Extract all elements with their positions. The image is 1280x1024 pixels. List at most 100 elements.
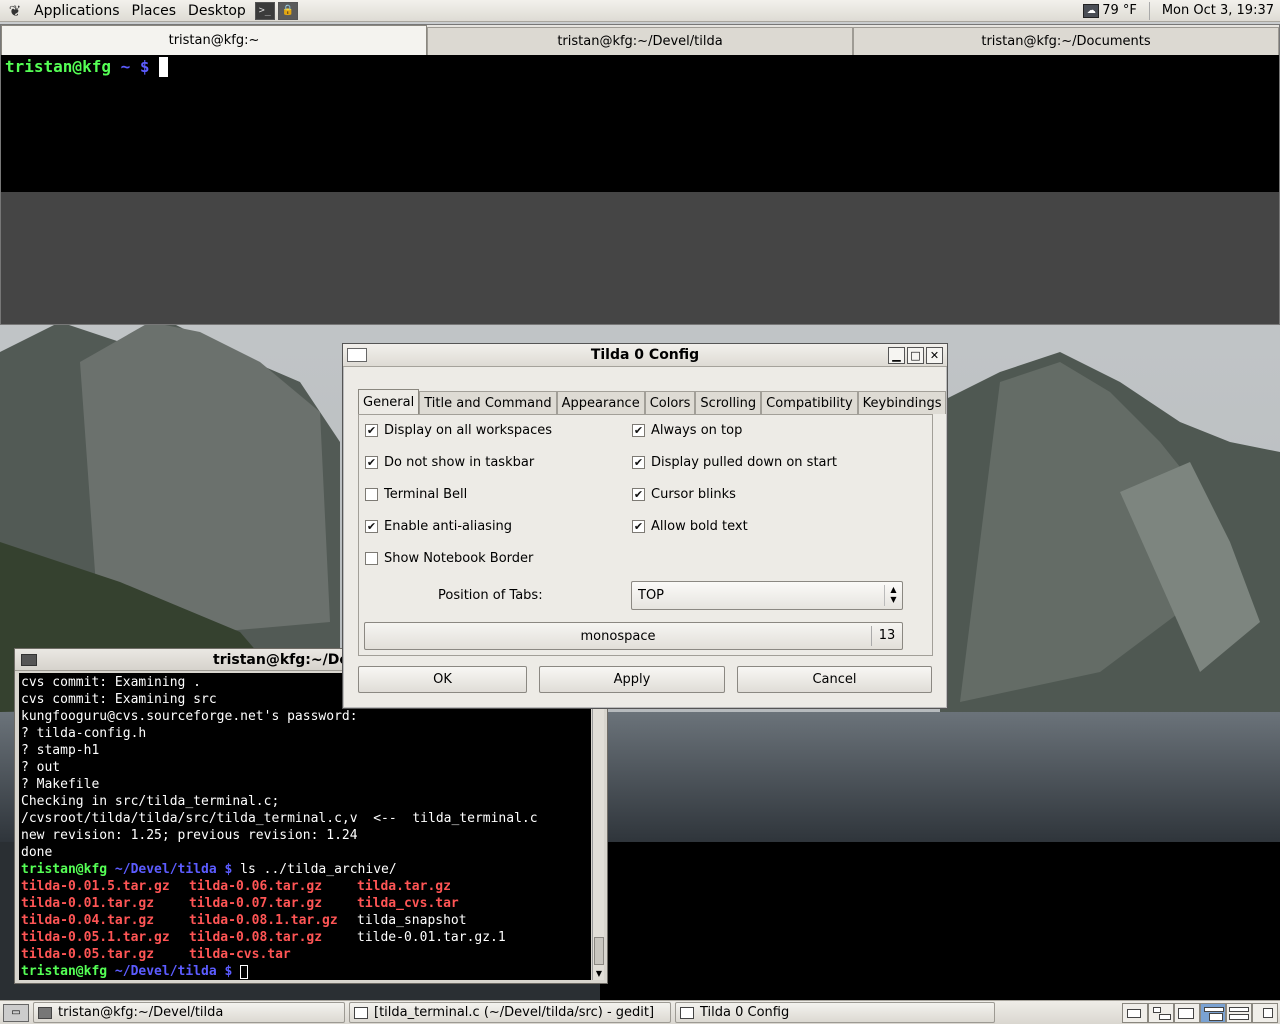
maximize-icon[interactable]: □: [907, 346, 924, 364]
ls-output-row: tilda-0.05.tar.gz tilda-cvs.tar: [21, 946, 589, 963]
terminal-output[interactable]: cvs commit: Examining . cvs commit: Exami…: [19, 673, 591, 980]
checkbox-label: Terminal Bell: [384, 487, 468, 502]
checkbox-not-in-taskbar[interactable]: ✔ Do not show in taskbar: [365, 455, 534, 470]
terminal-line: ? tilda-config.h: [21, 726, 147, 741]
panel-separator: [1148, 1, 1150, 20]
terminal-cursor: [159, 57, 169, 77]
taskbar-item-gedit[interactable]: [tilda_terminal.c (~/Devel/tilda/src) - …: [349, 1002, 671, 1023]
tilda-terminal-area[interactable]: tristan@kfg ~ $: [1, 55, 1279, 192]
terminal-prompt-line: tristan@kfg ~/Devel/tilda $ ls ../tilda_…: [21, 861, 589, 878]
desktop-menu[interactable]: Desktop: [182, 0, 252, 22]
apply-button[interactable]: Apply: [539, 666, 725, 693]
dialog-titlebar[interactable]: Tilda 0 Config ▁ □ ✕: [343, 344, 947, 367]
tab-compatibility[interactable]: Compatibility: [761, 391, 858, 414]
tilda-tab-devel-tilda[interactable]: tristan@kfg:~/Devel/tilda: [427, 27, 853, 55]
ls-entry: tilde-0.01.tar.gz.1: [357, 930, 506, 945]
terminal-launcher-icon[interactable]: >_: [254, 1, 275, 20]
minimize-icon[interactable]: ▁: [888, 346, 905, 364]
weather-applet[interactable]: ☁ 79 °F: [1075, 3, 1145, 18]
ls-output-row: tilda-0.01.tar.gz tilda-0.07.tar.gz tilda_…: [21, 895, 589, 912]
checkbox-label: Enable anti-aliasing: [384, 519, 513, 534]
terminal-line: new revision: 1.25; previous revision: 1…: [21, 828, 358, 843]
font-name: monospace: [580, 628, 656, 644]
text-editor-icon: [354, 1006, 368, 1019]
terminal-line: /cvsroot/tilda/tilda/src/tilda_terminal.…: [21, 811, 538, 826]
terminal-line: kungfooguru@cvs.sourceforge.net's passwo…: [21, 709, 358, 724]
show-desktop-icon[interactable]: ▭: [3, 1003, 29, 1022]
taskbar-item-label: Tilda 0 Config: [700, 1005, 790, 1020]
tab-keybindings[interactable]: Keybindings: [857, 391, 947, 414]
workspace-2[interactable]: [1148, 1002, 1174, 1023]
checkbox-cursor-blinks[interactable]: ✔ Cursor blinks: [632, 487, 736, 502]
checkbox-box[interactable]: ✔: [365, 424, 378, 437]
checkbox-box[interactable]: ✔: [632, 488, 645, 501]
checkbox-label: Do not show in taskbar: [384, 455, 535, 470]
workspace-4[interactable]: [1200, 1002, 1226, 1023]
checkbox-box[interactable]: [365, 488, 378, 501]
window-menu-icon[interactable]: [21, 653, 37, 666]
checkbox-label: Display pulled down on start: [651, 455, 837, 470]
checkbox-box[interactable]: ✔: [632, 424, 645, 437]
checkbox-pulled-down-on-start[interactable]: ✔ Display pulled down on start: [632, 455, 837, 470]
workspace-1[interactable]: [1122, 1002, 1148, 1023]
terminal-scrollbar[interactable]: ▼: [592, 673, 604, 980]
taskbar-item-terminal[interactable]: tristan@kfg:~/Devel/tilda: [33, 1002, 345, 1023]
font-picker-button[interactable]: monospace 13: [364, 622, 903, 650]
select-arrows-icon: ▲ ▼: [884, 585, 902, 606]
checkbox-label: Always on top: [651, 423, 743, 438]
checkbox-bold-text[interactable]: ✔ Allow bold text: [632, 519, 748, 534]
bottom-panel: ▭ tristan@kfg:~/Devel/tilda [tilda_termi…: [0, 1000, 1280, 1024]
ls-entry: tilda-cvs.tar: [189, 947, 291, 962]
workspace-3[interactable]: [1174, 1002, 1200, 1023]
checkbox-display-all-workspaces[interactable]: ✔ Display on all workspaces: [365, 423, 552, 438]
window-menu-icon[interactable]: [347, 348, 367, 362]
lock-screen-icon[interactable]: 🔒: [277, 1, 298, 20]
tab-colors[interactable]: Colors: [644, 391, 696, 414]
checkbox-anti-aliasing[interactable]: ✔ Enable anti-aliasing: [365, 519, 512, 534]
tilda-config-dialog: Tilda 0 Config ▁ □ ✕ General Title and C…: [342, 343, 948, 709]
taskbar-item-tilda-config[interactable]: Tilda 0 Config: [675, 1002, 995, 1023]
tilda-tab-documents[interactable]: tristan@kfg:~/Documents: [853, 27, 1279, 55]
tilda-transparent-region: [1, 192, 1279, 324]
prompt-user: tristan@kfg: [21, 964, 108, 979]
tilda-dropdown-terminal: tristan@kfg:~ tristan@kfg:~/Devel/tilda …: [0, 24, 1280, 325]
workspace-switcher: [1122, 1002, 1278, 1023]
cancel-button[interactable]: Cancel: [737, 666, 932, 693]
prompt-path: ~/Devel/tilda $: [107, 862, 241, 877]
checkbox-terminal-bell[interactable]: Terminal Bell: [365, 487, 467, 502]
ls-output-row: tilda-0.01.5.tar.gz tilda-0.06.tar.gz tild…: [21, 878, 589, 895]
close-icon[interactable]: ✕: [926, 346, 943, 364]
scroll-down-arrow-icon[interactable]: ▼: [593, 968, 605, 980]
tilda-tab-home[interactable]: tristan@kfg:~: [1, 25, 427, 55]
top-panel: ❦ Applications Places Desktop >_ 🔒 ☁ 79 …: [0, 0, 1280, 22]
scrollbar-thumb[interactable]: [594, 937, 604, 965]
checkbox-label: Allow bold text: [651, 519, 748, 534]
checkbox-box[interactable]: ✔: [632, 456, 645, 469]
checkbox-box[interactable]: ✔: [632, 520, 645, 533]
ls-entry: tilda-0.05.tar.gz: [21, 947, 155, 962]
clock[interactable]: Mon Oct 3, 19:37: [1154, 3, 1280, 18]
gnome-foot-icon[interactable]: ❦: [6, 2, 24, 20]
tab-general[interactable]: General: [358, 389, 420, 414]
terminal-line: ? out: [21, 760, 61, 775]
ls-entry: tilda-0.07.tar.gz: [189, 896, 323, 911]
ls-entry: tilda-0.05.1.tar.gz: [21, 930, 170, 945]
position-of-tabs-value: TOP: [638, 588, 665, 603]
applications-menu[interactable]: Applications: [28, 0, 126, 22]
position-of-tabs-select[interactable]: TOP ▲ ▼: [631, 581, 903, 610]
places-menu[interactable]: Places: [126, 0, 183, 22]
checkbox-always-on-top[interactable]: ✔ Always on top: [632, 423, 742, 438]
general-tab-page: ✔ Display on all workspaces ✔ Always on …: [358, 414, 933, 656]
terminal-line: done: [21, 845, 53, 860]
checkbox-box[interactable]: ✔: [365, 520, 378, 533]
ok-button[interactable]: OK: [358, 666, 527, 693]
tab-scrolling[interactable]: Scrolling: [695, 391, 762, 414]
terminal-line: ? Makefile: [21, 777, 100, 792]
workspace-6[interactable]: [1252, 1002, 1278, 1023]
checkbox-box[interactable]: [365, 552, 378, 565]
tab-appearance[interactable]: Appearance: [556, 391, 645, 414]
tab-title-and-command[interactable]: Title and Command: [419, 391, 557, 414]
checkbox-notebook-border[interactable]: Show Notebook Border: [365, 551, 533, 566]
checkbox-box[interactable]: ✔: [365, 456, 378, 469]
workspace-5[interactable]: [1226, 1002, 1252, 1023]
